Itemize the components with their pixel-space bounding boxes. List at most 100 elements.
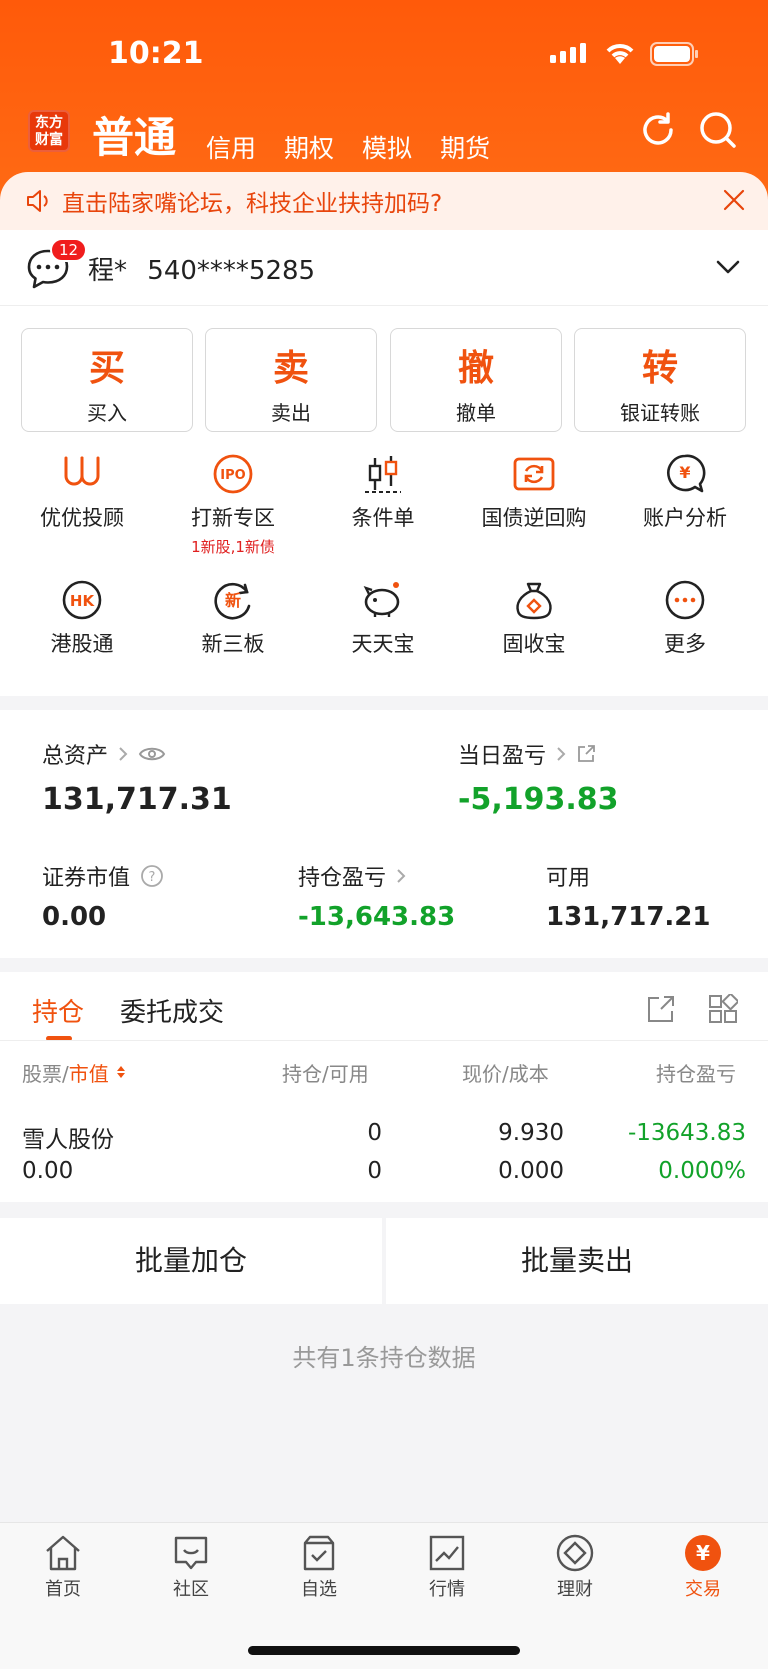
home-indicator[interactable] bbox=[248, 1646, 520, 1655]
search-icon[interactable] bbox=[698, 110, 738, 150]
speaker-icon bbox=[27, 190, 48, 212]
feature-label: 国债逆回购 bbox=[481, 506, 587, 530]
feature-more[interactable]: 更多 bbox=[610, 580, 760, 658]
help-icon[interactable]: ? bbox=[140, 864, 164, 888]
daily-pl-label: 当日盈亏 bbox=[458, 744, 547, 769]
feature-label: 固收宝 bbox=[502, 632, 566, 656]
header-market-value: 市值 bbox=[68, 1062, 109, 1086]
total-assets-label: 总资产 bbox=[42, 744, 109, 769]
available-value: 131,717.21 bbox=[546, 902, 711, 932]
svg-text:IPO: IPO bbox=[220, 468, 245, 483]
tab-market[interactable]: 行情 bbox=[387, 1533, 507, 1601]
positions-panel: 持仓 委托成交 股票/市值 持仓/可用 现价/成本 持仓盈亏 雪人股份 0.00… bbox=[0, 972, 768, 1202]
cancel-order-glyph: 撤 bbox=[457, 348, 494, 389]
position-pl-label: 持仓盈亏 bbox=[298, 866, 387, 891]
refresh-icon[interactable] bbox=[638, 110, 678, 150]
tab-label: 自选 bbox=[301, 1579, 337, 1600]
bulk-add-button[interactable]: 批量加仓 bbox=[0, 1218, 382, 1304]
chevron-down-icon[interactable] bbox=[715, 258, 741, 276]
hk-icon: HK bbox=[62, 580, 102, 620]
close-icon[interactable] bbox=[722, 188, 746, 212]
feature-label: 账户分析 bbox=[643, 506, 727, 530]
tab-wealth[interactable]: 理财 bbox=[515, 1533, 635, 1601]
battery-icon bbox=[650, 42, 698, 66]
tab-trade[interactable]: ¥ 交易 bbox=[643, 1533, 763, 1601]
bank-transfer-button[interactable]: 转 银证转账 bbox=[574, 328, 746, 432]
brand-logo[interactable]: 东方 财富 bbox=[28, 110, 70, 152]
tab-simulate[interactable]: 模拟 bbox=[362, 129, 412, 165]
feature-ipo-zone[interactable]: IPO 打新专区 1新股,1新债 bbox=[158, 454, 308, 557]
uu-icon bbox=[64, 456, 100, 486]
feature-hk-connect[interactable]: HK 港股通 bbox=[7, 580, 157, 658]
header-price-cost: 现价/成本 bbox=[462, 1062, 549, 1086]
buy-button-glyph: 买 bbox=[88, 348, 125, 389]
feature-uu-advisor[interactable]: 优优投顾 bbox=[7, 454, 157, 532]
trade-icon: ¥ bbox=[685, 1535, 721, 1571]
yen-chat-icon: ¥ bbox=[667, 454, 706, 493]
signal-icon bbox=[550, 43, 586, 63]
stock-name: 雪人股份 bbox=[22, 1127, 114, 1153]
eye-icon[interactable] bbox=[138, 745, 166, 763]
assets-panel: 总资产 131,717.31 当日盈亏 -5,193.83 证券市值 ? 0.0… bbox=[0, 710, 768, 958]
tab-options[interactable]: 期权 bbox=[284, 129, 334, 165]
tab-futures[interactable]: 期货 bbox=[440, 129, 490, 165]
tab-label: 理财 bbox=[557, 1579, 593, 1600]
daily-pl-label-row[interactable]: 当日盈亏 bbox=[458, 738, 596, 770]
tab-orders[interactable]: 委托成交 bbox=[120, 992, 224, 1029]
tab-label: 社区 bbox=[173, 1579, 209, 1600]
positions-summary: 共有1条持仓数据 bbox=[292, 1344, 476, 1372]
wifi-icon bbox=[606, 44, 634, 64]
tab-watchlist[interactable]: 自选 bbox=[259, 1533, 379, 1601]
grid-layout-icon[interactable] bbox=[708, 994, 738, 1024]
market-value: 0.00 bbox=[42, 902, 107, 932]
market-value-label: 证券市值 bbox=[42, 866, 131, 891]
account-type-tabs: 普通 信用 期权 模拟 期货 bbox=[92, 104, 490, 165]
sell-button-label: 卖出 bbox=[271, 401, 311, 425]
notice-bar[interactable]: 直击陆家嘴论坛，科技企业扶持加码? bbox=[0, 172, 768, 230]
feature-new-third-board[interactable]: 新 新三板 bbox=[158, 580, 308, 658]
position-pl-value: -13,643.83 bbox=[298, 902, 456, 932]
feature-label: 天天宝 bbox=[351, 632, 415, 656]
chevron-right-icon bbox=[119, 747, 128, 761]
feature-gushoubao[interactable]: 固收宝 bbox=[459, 580, 609, 658]
trade-panel: 买 买入 卖 卖出 撤 撤单 转 银证转账 优优投顾 IPO 打新专区 1新股,… bbox=[0, 306, 768, 696]
home-icon bbox=[46, 1535, 80, 1571]
tab-community[interactable]: 社区 bbox=[131, 1533, 251, 1601]
buy-button[interactable]: 买 买入 bbox=[21, 328, 193, 432]
total-assets-label-row[interactable]: 总资产 bbox=[42, 738, 166, 770]
cancel-order-button[interactable]: 撤 撤单 bbox=[390, 328, 562, 432]
feature-conditional-order[interactable]: 条件单 bbox=[308, 454, 458, 532]
ipo-icon: IPO bbox=[213, 454, 253, 494]
feature-account-analysis[interactable]: ¥ 账户分析 bbox=[610, 454, 760, 532]
tab-positions[interactable]: 持仓 bbox=[32, 992, 84, 1029]
tab-credit[interactable]: 信用 bbox=[206, 129, 256, 165]
account-number: 540****5285 bbox=[147, 256, 316, 286]
feature-label: 更多 bbox=[664, 632, 706, 656]
tab-normal[interactable]: 普通 bbox=[92, 104, 176, 165]
svg-text:HK: HK bbox=[70, 592, 96, 610]
feature-label: 优优投顾 bbox=[40, 506, 124, 530]
watchlist-icon bbox=[303, 1535, 335, 1571]
current-price: 9.930 bbox=[498, 1120, 564, 1146]
header-stock-mv[interactable]: 股票/市值 bbox=[22, 1058, 127, 1087]
logo-line-1: 东方 bbox=[35, 115, 63, 131]
feature-label: 条件单 bbox=[351, 506, 415, 530]
available-quantity: 0 bbox=[367, 1158, 382, 1184]
account-selector[interactable]: 12 程* 540****5285 bbox=[0, 230, 768, 306]
available-label: 可用 bbox=[546, 866, 591, 891]
buy-button-label: 买入 bbox=[87, 401, 127, 425]
feature-reverse-repo[interactable]: 国债逆回购 bbox=[459, 454, 609, 532]
stock-market-value: 0.00 bbox=[22, 1158, 74, 1184]
logo-line-2: 财富 bbox=[35, 132, 63, 148]
sell-button[interactable]: 卖 卖出 bbox=[205, 328, 377, 432]
bank-transfer-label: 银证转账 bbox=[620, 401, 700, 425]
bulk-sell-button[interactable]: 批量卖出 bbox=[386, 1218, 768, 1304]
share-icon[interactable] bbox=[646, 994, 676, 1024]
feature-label: 港股通 bbox=[50, 632, 114, 656]
external-link-icon[interactable] bbox=[576, 744, 596, 764]
tab-home[interactable]: 首页 bbox=[3, 1533, 123, 1601]
market-value-label-row: 证券市值 ? bbox=[42, 860, 164, 892]
svg-text:¥: ¥ bbox=[696, 1541, 710, 1565]
position-pl-label-row[interactable]: 持仓盈亏 bbox=[298, 860, 406, 892]
feature-tiantianbao[interactable]: 天天宝 bbox=[308, 580, 458, 658]
